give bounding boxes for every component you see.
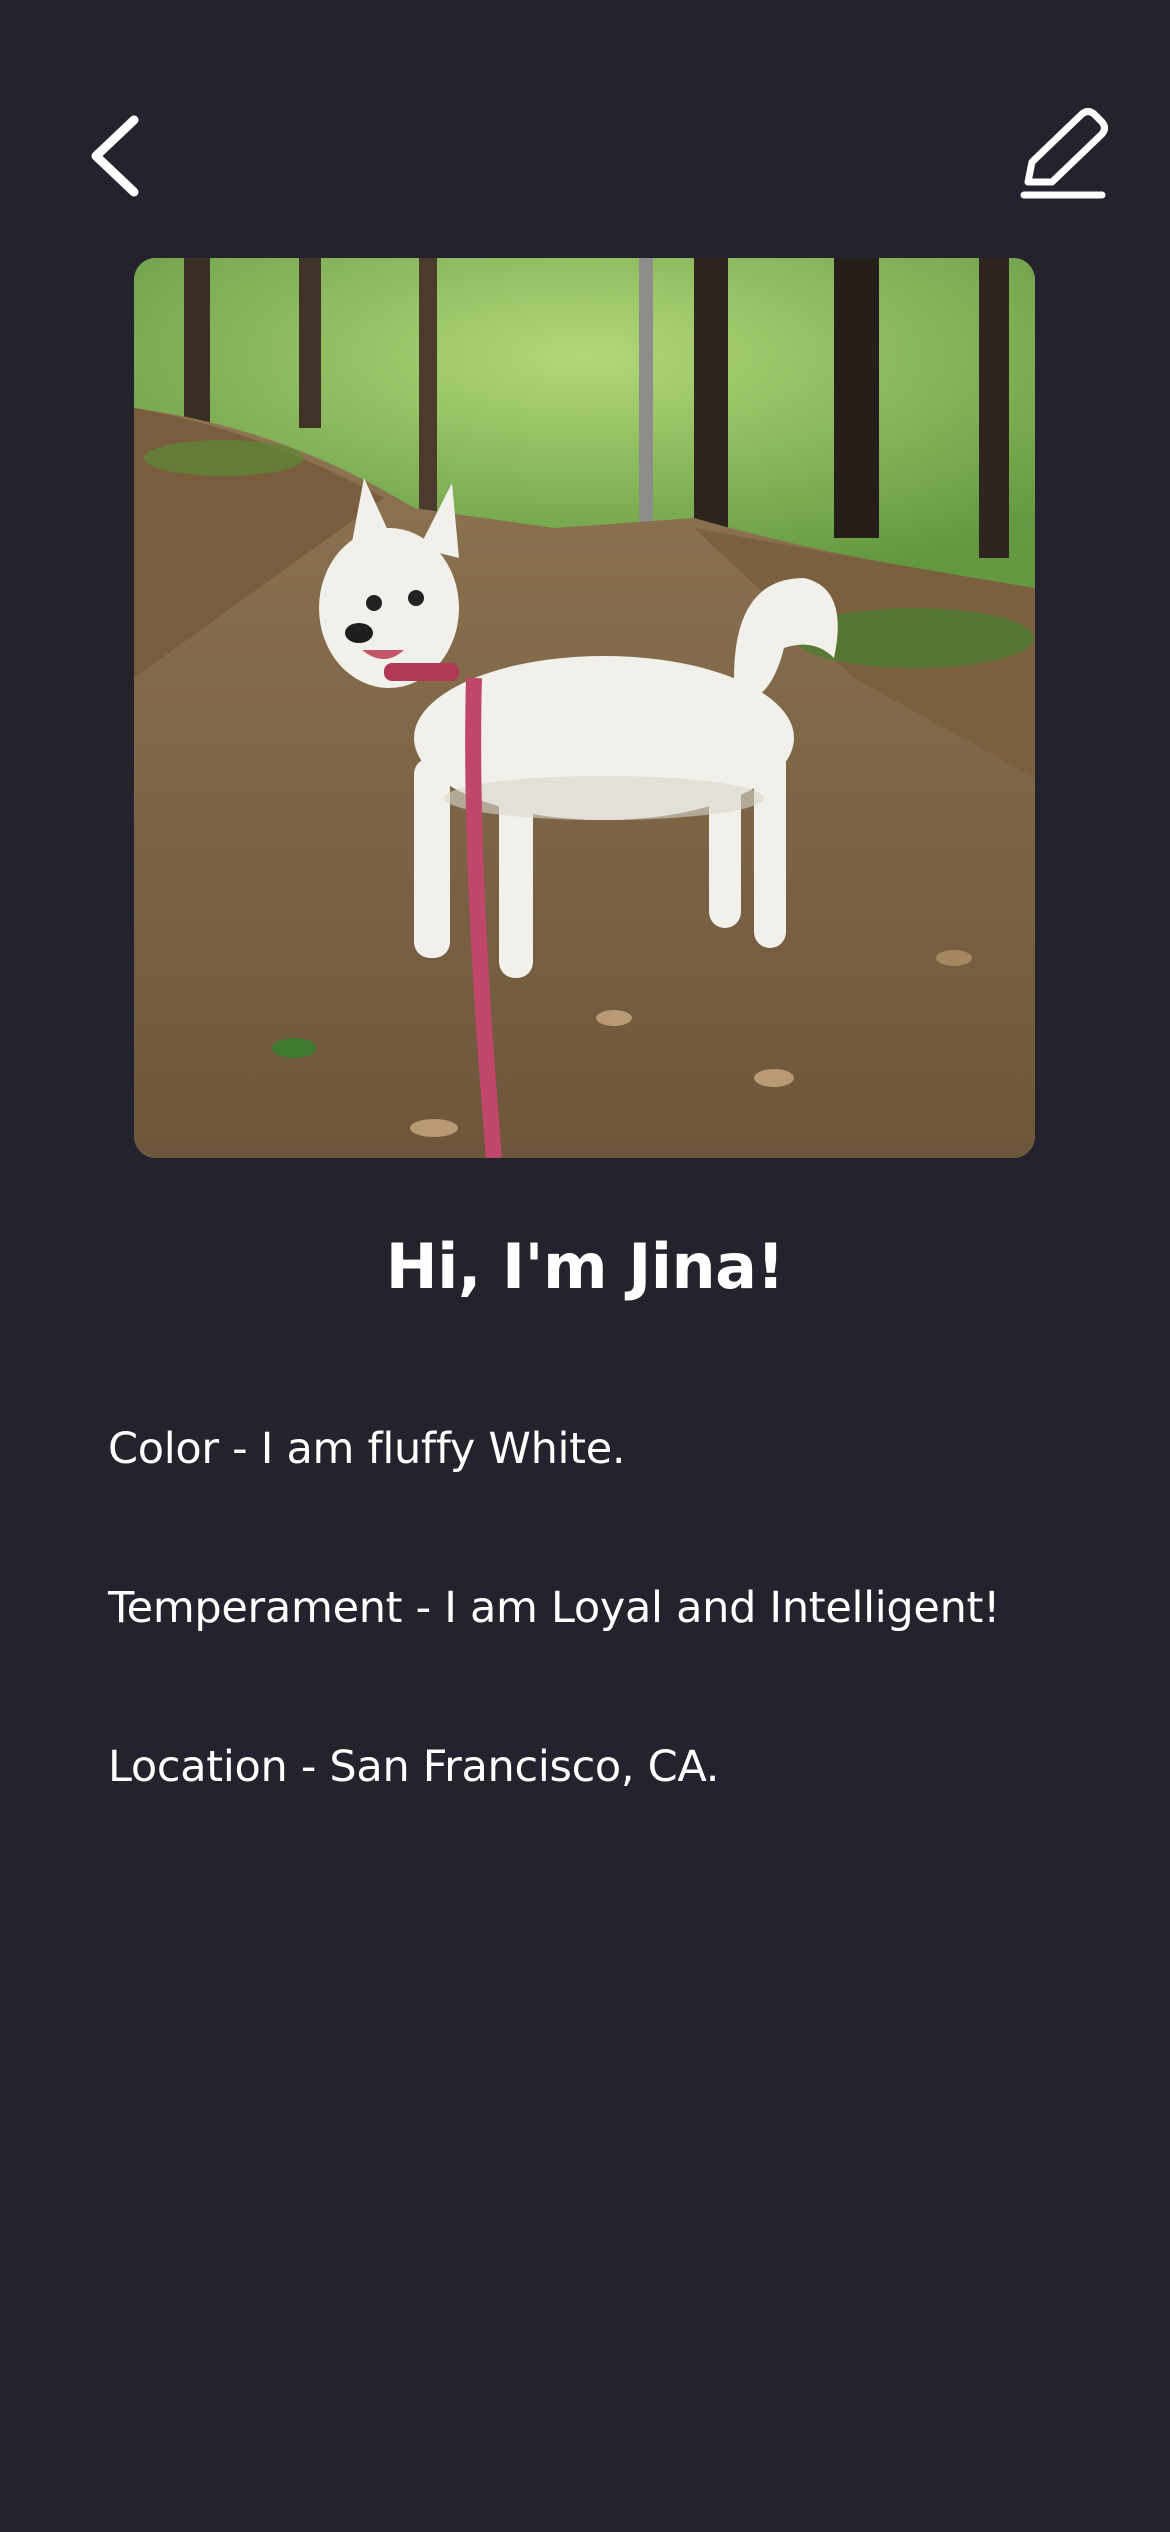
top-bar <box>0 0 1170 240</box>
color-detail: Color - I am fluffy White. <box>108 1424 626 1474</box>
back-button[interactable] <box>76 100 156 210</box>
pencil-icon <box>1020 108 1108 199</box>
pet-photo <box>134 258 1035 1158</box>
chevron-left-icon <box>91 115 139 197</box>
edit-button[interactable] <box>1010 100 1120 210</box>
location-detail: Location - San Francisco, CA. <box>108 1742 720 1792</box>
pet-greeting-title: Hi, I'm Jina! <box>385 1230 785 1303</box>
temperament-detail: Temperament - I am Loyal and Intelligent… <box>108 1583 1001 1633</box>
